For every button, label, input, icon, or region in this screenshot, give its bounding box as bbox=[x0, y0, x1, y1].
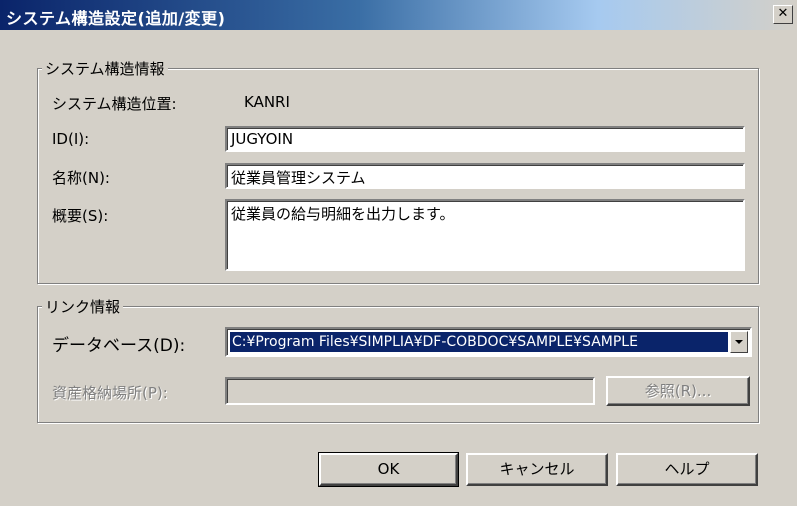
database-label: データベース(D): bbox=[52, 336, 186, 356]
browse-button[interactable]: 参照(R)... bbox=[606, 376, 750, 406]
asset-location-input[interactable] bbox=[225, 377, 595, 405]
link-info-group-title: リンク情報 bbox=[42, 296, 124, 317]
database-combobox[interactable]: C:¥Program Files¥SIMPLIA¥DF-COBDOC¥SAMPL… bbox=[225, 327, 752, 357]
close-button[interactable]: ✕ bbox=[773, 5, 793, 24]
id-input[interactable]: JUGYOIN bbox=[225, 126, 745, 152]
help-button[interactable]: ヘルプ bbox=[616, 453, 758, 486]
system-structure-dialog: システム構造設定(追加/変更) ✕ システム構造情報 システム構造位置: KAN… bbox=[0, 0, 797, 506]
summary-label: 概要(S): bbox=[52, 207, 109, 225]
ok-button[interactable]: OK bbox=[318, 452, 459, 487]
cancel-button[interactable]: キャンセル bbox=[466, 453, 608, 486]
dropdown-arrow-icon[interactable] bbox=[730, 331, 748, 353]
name-input[interactable]: 従業員管理システム bbox=[225, 163, 745, 189]
close-icon: ✕ bbox=[777, 6, 789, 21]
id-label: ID(I): bbox=[52, 130, 90, 148]
system-info-group-title: システム構造情報 bbox=[42, 58, 168, 79]
summary-textarea[interactable]: 従業員の給与明細を出力します。 bbox=[225, 199, 745, 271]
title-bar[interactable]: システム構造設定(追加/変更) ✕ bbox=[0, 0, 797, 30]
position-label: システム構造位置: bbox=[52, 95, 177, 113]
window-title: システム構造設定(追加/変更) bbox=[6, 9, 226, 28]
database-combobox-value: C:¥Program Files¥SIMPLIA¥DF-COBDOC¥SAMPL… bbox=[230, 332, 728, 352]
position-value: KANRI bbox=[244, 93, 290, 111]
asset-location-label: 資産格納場所(P): bbox=[52, 384, 168, 402]
name-label: 名称(N): bbox=[52, 169, 110, 187]
